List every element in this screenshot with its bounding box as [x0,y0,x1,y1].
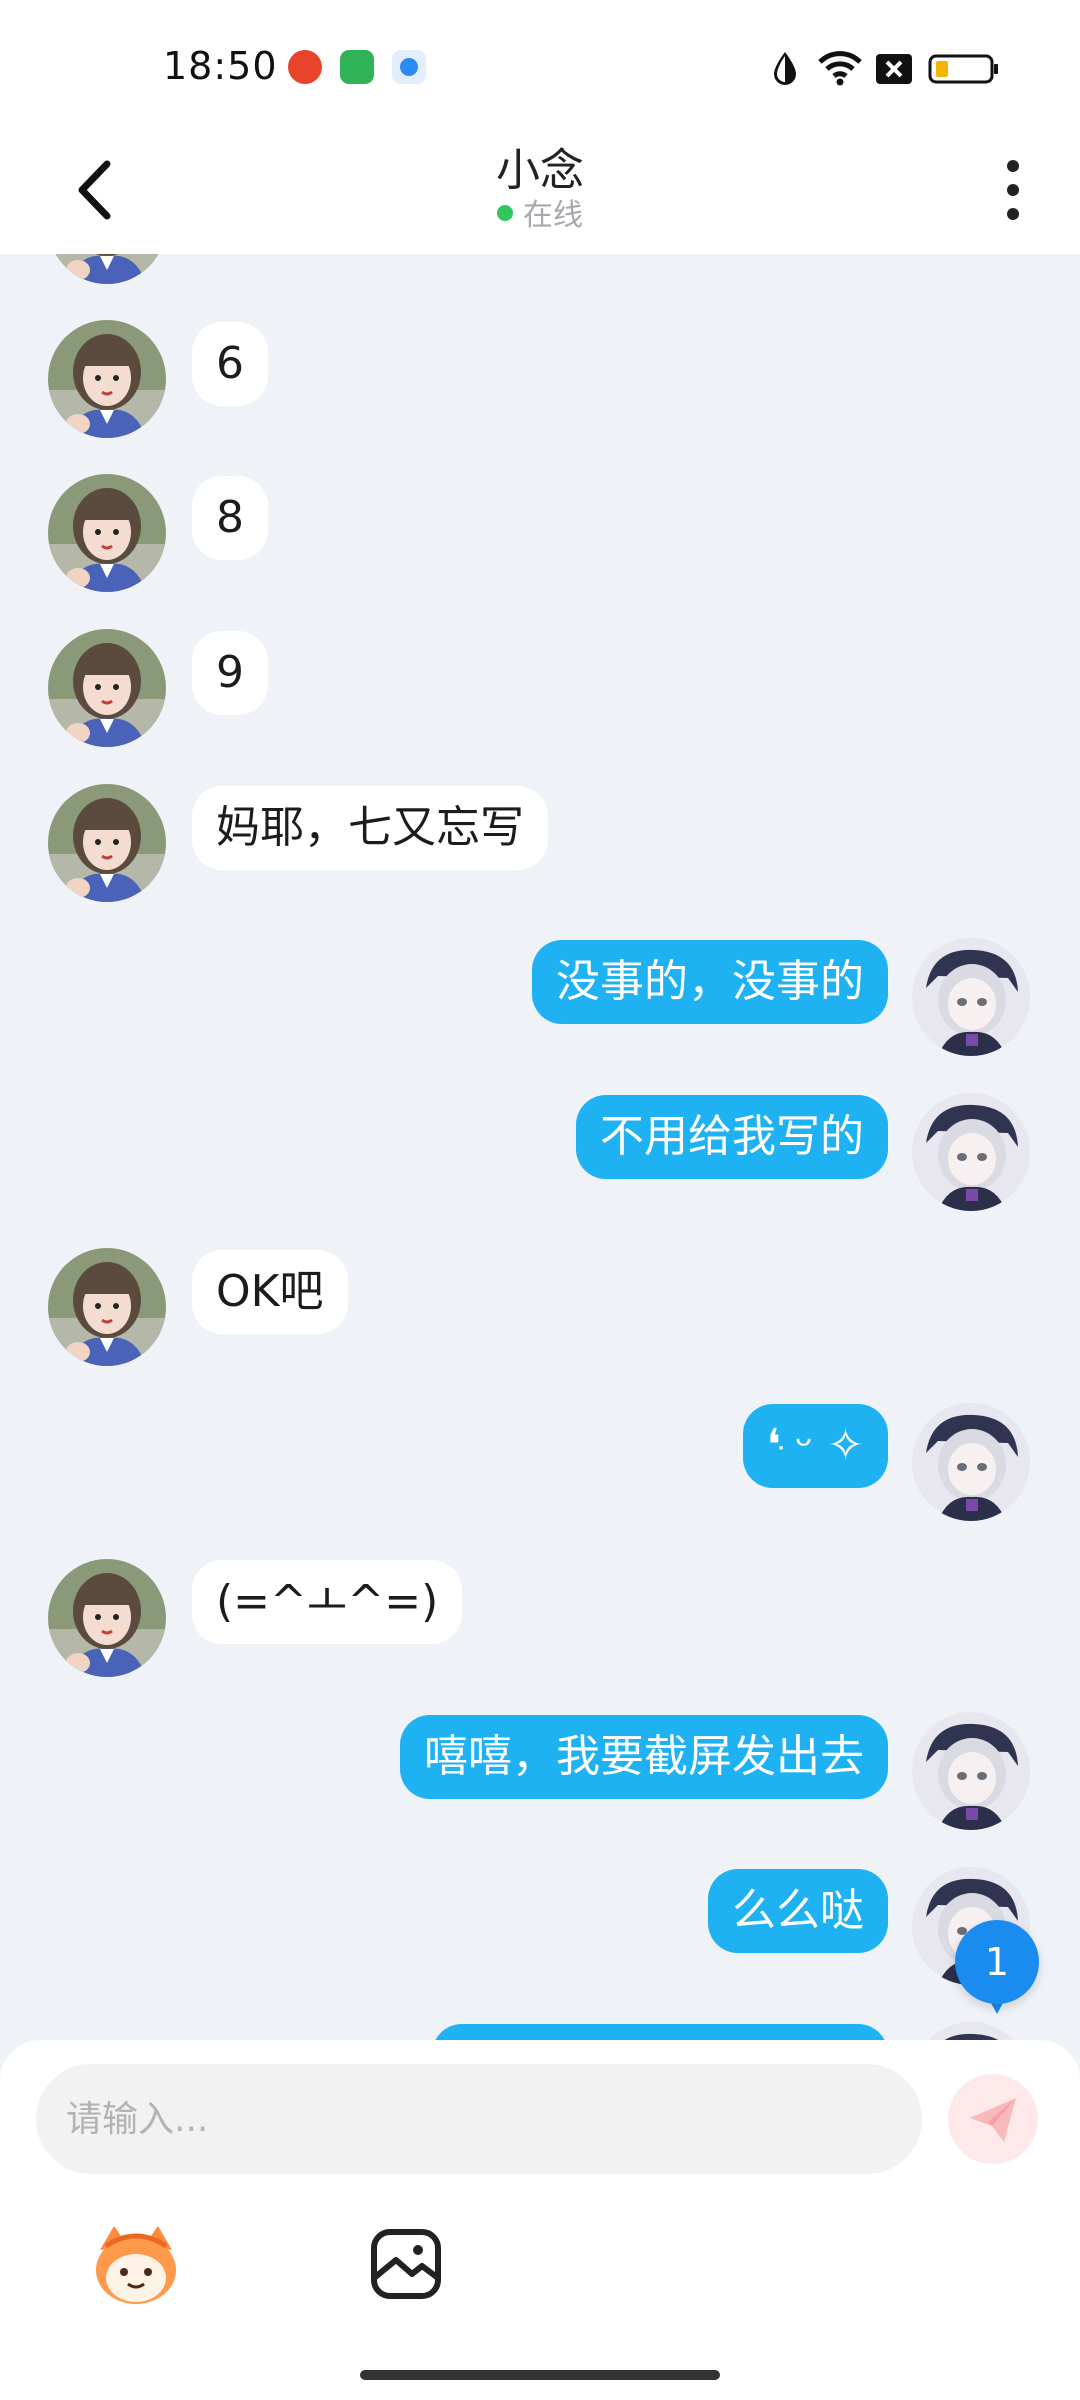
unread-count: 1 [955,1920,1039,2004]
chat-header: 小念 在线 [0,130,1080,254]
message-bubble-incoming[interactable]: 8 [192,476,268,560]
message-bubble-outgoing[interactable]: 没事的，没事的 [532,940,888,1024]
message-bubble-incoming[interactable]: OK吧 [192,1250,348,1334]
contact-avatar[interactable] [48,1559,166,1677]
user-avatar[interactable] [912,1093,1030,1211]
message-bubble-incoming[interactable]: 9 [192,631,268,715]
app-red-icon [288,50,322,84]
status-time: 18:50 [163,44,278,88]
user-avatar[interactable] [912,938,1030,1056]
sim-off-icon [876,54,912,84]
home-indicator[interactable] [360,2370,720,2380]
contact-avatar[interactable] [48,784,166,902]
user-avatar[interactable] [912,1712,1030,1830]
contact-avatar[interactable] [48,254,166,284]
online-dot [497,205,513,221]
message-list[interactable]: 6 8 9 妈耶，七又忘写 没事的，没事的 不用给我写的 OK吧 ❛ּ ᵕ ✧ … [0,254,1080,2040]
wifi-icon [818,51,862,86]
message-bubble-outgoing[interactable]: 么么哒 [708,1869,888,1953]
unread-badge[interactable]: 1 [955,1920,1039,2020]
app-blue-icon [392,50,426,84]
app-green-bag-icon [340,50,374,84]
contact-avatar[interactable] [48,1248,166,1366]
contact-avatar[interactable] [48,629,166,747]
message-bubble-outgoing[interactable]: ❛ּ ᵕ ✧ [742,1404,888,1488]
message-bubble-outgoing[interactable]: 不用给我写的 [576,1095,888,1179]
message-bubble-incoming[interactable]: 妈耶，七又忘写 [192,786,548,870]
contact-avatar[interactable] [48,320,166,438]
contact-name: 小念 [496,145,584,196]
paper-plane-icon [970,2098,1016,2142]
image-icon[interactable] [358,2216,454,2312]
status-bar: 18:50 [0,0,1080,130]
contact-avatar[interactable] [48,474,166,592]
chat-screen: 18:50 小念 在线 6 8 9 妈耶，七又忘写 没事的，没事的 不用给我写的… [0,0,1080,2400]
online-status-label: 在线 [523,198,583,233]
composer [0,2040,1080,2400]
message-bubble-outgoing[interactable]: 嘻嘻，我要截屏发出去 [400,1715,888,1799]
message-input[interactable] [36,2064,922,2174]
more-vertical-icon[interactable] [996,152,1032,228]
message-bubble-outgoing[interactable] [432,2024,888,2040]
message-bubble-incoming[interactable]: (=^ㅗ^=) [192,1560,463,1644]
online-status: 在线 [0,190,1080,234]
user-avatar[interactable] [912,1403,1030,1521]
user-avatar[interactable] [912,2022,1030,2040]
battery-icon [928,54,998,84]
emoji-mascot-icon[interactable] [88,2216,184,2312]
drop-icon [774,52,796,85]
send-button[interactable] [948,2074,1038,2164]
message-bubble-incoming[interactable]: 6 [192,322,268,406]
